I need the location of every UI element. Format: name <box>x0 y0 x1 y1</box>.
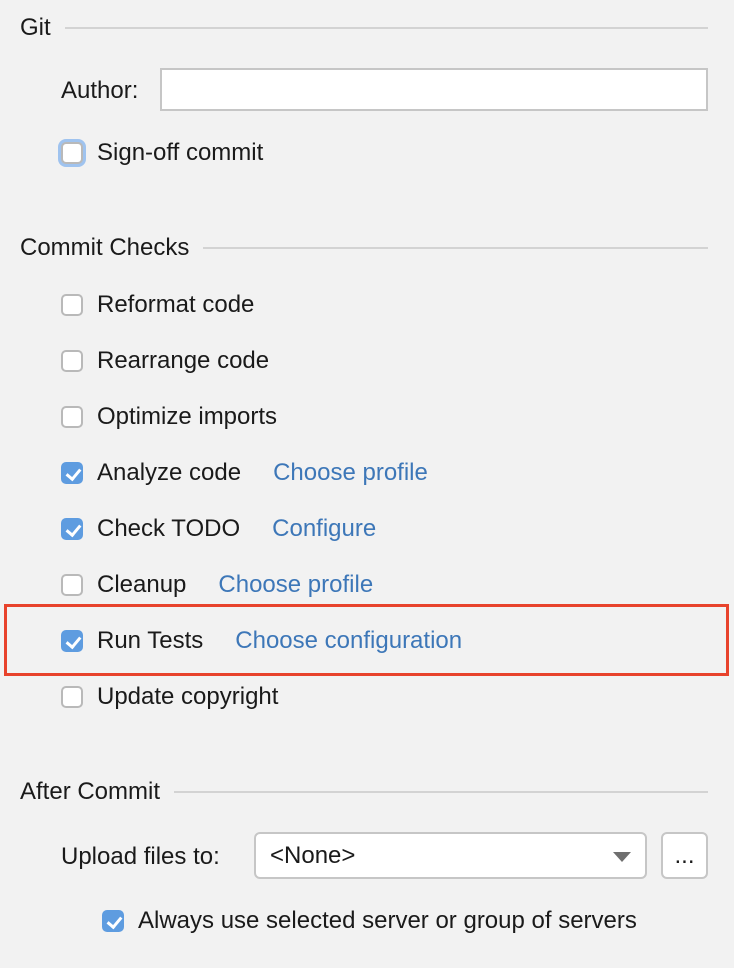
commit-check-checkbox[interactable] <box>61 350 83 372</box>
commit-check-label: Rearrange code <box>97 347 270 374</box>
upload-server-select[interactable]: <None> <box>254 832 647 879</box>
upload-files-label: Upload files to: <box>61 843 220 870</box>
commit-check-checkbox[interactable] <box>61 462 83 484</box>
commit-check-label: Update copyright <box>97 683 279 710</box>
signoff-commit-label: Sign-off commit <box>97 139 264 166</box>
commit-check-row[interactable]: Update copyright <box>61 680 278 714</box>
divider <box>203 247 708 249</box>
commit-check-link[interactable]: Configure <box>272 515 376 543</box>
author-input[interactable] <box>160 68 708 111</box>
commit-check-checkbox[interactable] <box>61 686 83 708</box>
git-section-title: Git <box>20 14 51 41</box>
commit-check-checkbox[interactable] <box>61 294 83 316</box>
author-label: Author: <box>61 77 139 104</box>
commit-check-row[interactable]: Optimize imports <box>61 400 277 434</box>
after-commit-section-header: After Commit <box>20 778 708 806</box>
always-use-checkbox[interactable] <box>102 910 124 932</box>
chevron-down-icon <box>613 852 631 862</box>
commit-check-label: Check TODO <box>97 515 241 542</box>
commit-check-checkbox[interactable] <box>61 574 83 596</box>
commit-check-label: Reformat code <box>97 291 255 318</box>
commit-check-row[interactable]: Cleanup Choose profile <box>61 568 373 602</box>
commit-check-checkbox[interactable] <box>61 406 83 428</box>
commit-check-link[interactable]: Choose profile <box>218 571 373 599</box>
commit-checks-title: Commit Checks <box>20 234 190 261</box>
commit-check-label: Cleanup <box>97 571 187 598</box>
commit-check-link[interactable]: Choose profile <box>273 459 428 487</box>
divider <box>64 27 708 29</box>
commit-check-checkbox[interactable] <box>61 518 83 540</box>
commit-check-row[interactable]: Analyze code Choose profile <box>61 456 428 490</box>
commit-checks-section-header: Commit Checks <box>20 234 708 262</box>
commit-check-row[interactable]: Rearrange code <box>61 344 269 378</box>
browse-servers-button[interactable]: ... <box>661 832 708 879</box>
highlight-box <box>4 604 729 676</box>
browse-label: ... <box>674 841 695 869</box>
after-commit-title: After Commit <box>20 778 161 805</box>
commit-check-row[interactable]: Check TODO Configure <box>61 512 376 546</box>
commit-check-label: Optimize imports <box>97 403 278 430</box>
always-use-row[interactable]: Always use selected server or group of s… <box>102 904 637 938</box>
signoff-commit-checkbox[interactable] <box>61 142 83 164</box>
signoff-commit-row[interactable]: Sign-off commit <box>61 136 263 170</box>
git-section-header: Git <box>20 14 708 42</box>
commit-check-label: Analyze code <box>97 459 242 486</box>
always-use-label: Always use selected server or group of s… <box>138 907 637 934</box>
upload-server-value: <None> <box>270 841 356 869</box>
commit-check-row[interactable]: Reformat code <box>61 288 254 322</box>
divider <box>174 791 708 793</box>
